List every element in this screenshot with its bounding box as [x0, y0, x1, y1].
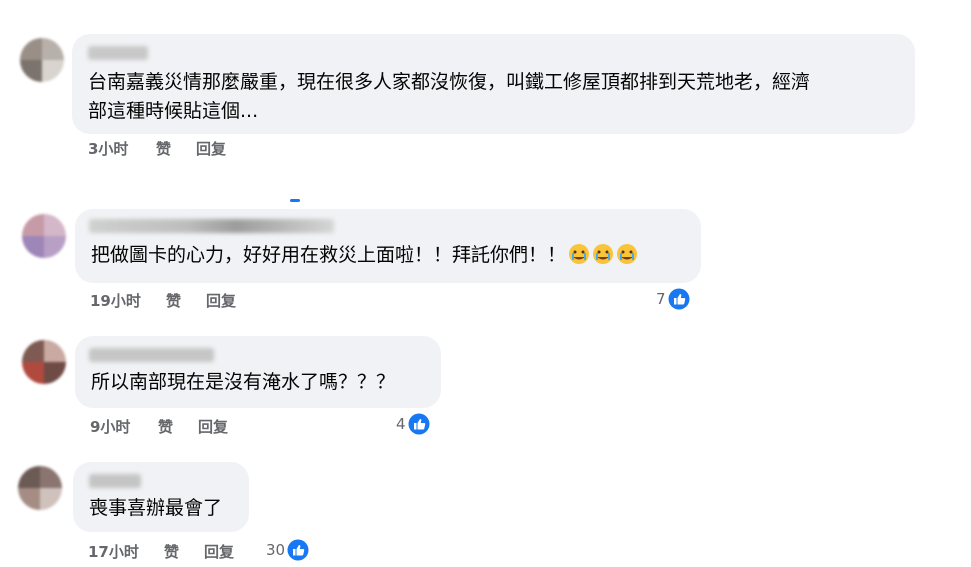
thumbs-up-like-icon — [287, 539, 309, 561]
avatar-pixel — [44, 214, 66, 236]
reply-button[interactable]: 回复 — [206, 290, 236, 311]
reaction-count: 30 — [266, 541, 286, 559]
like-button[interactable]: 赞 — [158, 416, 173, 437]
comment-text: 所以南部現在是沒有淹水了嗎？？？ — [91, 371, 396, 393]
timestamp[interactable]: 9小时 — [90, 416, 130, 437]
reaction-count: 4 — [396, 415, 406, 433]
thumbs-up-like-icon — [408, 413, 430, 435]
author-name-blurred[interactable] — [89, 219, 334, 233]
reply-button[interactable]: 回复 — [196, 138, 226, 159]
comment-bubble: 台南嘉義災情那麼嚴重，現在很多人家都沒恢復，叫鐵工修屋頂都排到天荒地老，經濟 部… — [72, 34, 915, 134]
reaction-summary[interactable]: 30 — [266, 538, 309, 562]
avatar-pixel — [42, 60, 64, 82]
crying-face-emoji-icon — [617, 244, 638, 264]
reaction-summary[interactable]: 4 — [396, 412, 430, 436]
avatar-pixel — [44, 362, 66, 384]
comment-text-content: 把做圖卡的心力，好好用在救災上面啦！！拜託你們！！ — [91, 244, 567, 266]
avatar-pixel — [40, 466, 62, 488]
timestamp[interactable]: 3小时 — [88, 138, 128, 159]
comment-bubble: 喪事喜辦最會了 — [73, 462, 249, 532]
reaction-summary[interactable]: 7 — [656, 287, 690, 311]
crying-face-emoji-icon — [569, 244, 590, 264]
avatar-pixel — [22, 214, 44, 236]
crying-face-emoji-icon — [593, 244, 614, 264]
avatar-pixel — [22, 362, 44, 384]
author-name-blurred[interactable] — [89, 348, 214, 362]
timestamp[interactable]: 17小时 — [88, 541, 139, 562]
avatar-pixel — [44, 236, 66, 258]
reply-button[interactable]: 回复 — [204, 541, 234, 562]
comment-text: 台南嘉義災情那麼嚴重，現在很多人家都沒恢復，叫鐵工修屋頂都排到天荒地老，經濟 部… — [88, 71, 811, 122]
comment-bubble: 所以南部現在是沒有淹水了嗎？？？ — [75, 336, 441, 408]
like-button[interactable]: 赞 — [156, 138, 171, 159]
like-button[interactable]: 赞 — [164, 541, 179, 562]
comment-bubble: 把做圖卡的心力，好好用在救災上面啦！！拜託你們！！ — [75, 209, 701, 283]
avatar[interactable] — [20, 38, 64, 82]
reaction-count: 7 — [656, 290, 666, 308]
avatar[interactable] — [22, 340, 66, 384]
timestamp[interactable]: 19小时 — [90, 290, 141, 311]
avatar-pixel — [18, 466, 40, 488]
author-name-blurred[interactable] — [89, 474, 141, 488]
reply-button[interactable]: 回复 — [198, 416, 228, 437]
avatar-pixel — [44, 340, 66, 362]
avatar[interactable] — [18, 466, 62, 510]
like-button[interactable]: 赞 — [166, 290, 181, 311]
decorative-mark — [290, 199, 300, 202]
comment-text: 喪事喜辦最會了 — [89, 497, 223, 519]
avatar-pixel — [22, 340, 44, 362]
avatar-pixel — [18, 488, 40, 510]
avatar-pixel — [40, 488, 62, 510]
avatar-pixel — [42, 38, 64, 60]
avatar-pixel — [22, 236, 44, 258]
avatar-pixel — [20, 60, 42, 82]
thumbs-up-like-icon — [668, 288, 690, 310]
comment-text: 把做圖卡的心力，好好用在救災上面啦！！拜託你們！！ — [91, 241, 691, 270]
author-name-blurred[interactable] — [88, 46, 148, 60]
avatar-pixel — [20, 38, 42, 60]
avatar[interactable] — [22, 214, 66, 258]
